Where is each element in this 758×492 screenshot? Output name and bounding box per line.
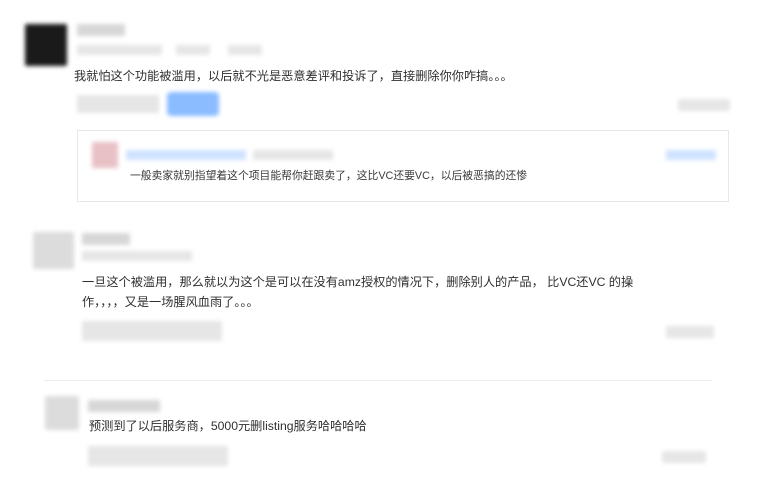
comment-1: 我就怕这个功能被滥用，以后就不光是恶意差评和投诉了，直接删除你你咋搞。。。 一般…	[0, 0, 758, 205]
comment-2: 一旦这个被滥用，那么就以为这个是可以在没有amz授权的情况下，删除别人的产品， …	[0, 205, 758, 381]
avatar[interactable]	[33, 232, 74, 269]
username-redacted[interactable]	[82, 233, 130, 245]
reply-action-redacted[interactable]	[666, 150, 716, 160]
meta-redacted	[77, 45, 162, 55]
comment-text-line-2: 作，，，，又是一场腥风血雨了。。。	[82, 295, 259, 309]
username-redacted[interactable]	[88, 400, 160, 412]
meta-redacted	[82, 251, 192, 261]
time-redacted	[678, 99, 730, 111]
time-redacted	[662, 451, 706, 463]
meta-redacted-3	[228, 45, 262, 55]
reply-meta-redacted	[253, 150, 333, 160]
comment-text-line-1: 一旦这个被滥用，那么就以为这个是可以在没有amz授权的情况下，删除别人的产品， …	[82, 275, 634, 289]
action-row-redacted[interactable]	[77, 95, 159, 113]
reply-avatar[interactable]	[92, 142, 118, 168]
comment-3: 预测到了以后服务商，5000元删listing服务哈哈哈哈	[0, 378, 758, 492]
action-row-redacted[interactable]	[82, 321, 222, 341]
action-row-redacted[interactable]	[88, 446, 228, 466]
reply-username-redacted[interactable]	[126, 150, 246, 160]
avatar[interactable]	[45, 396, 79, 430]
reply-text: 一般卖家就别指望着这个项目能帮你赶跟卖了，这比VC还要VC，以后被恶搞的还惨	[130, 170, 528, 182]
comment-text: 预测到了以后服务商，5000元删listing服务哈哈哈哈	[89, 419, 367, 433]
comment-text: 我就怕这个功能被滥用，以后就不光是恶意差评和投诉了，直接删除你你咋搞。。。	[74, 69, 513, 83]
avatar[interactable]	[25, 24, 67, 66]
username-redacted[interactable]	[77, 24, 125, 36]
meta-redacted-2	[176, 45, 210, 55]
like-button-redacted[interactable]	[167, 92, 219, 116]
reply-box: 一般卖家就别指望着这个项目能帮你赶跟卖了，这比VC还要VC，以后被恶搞的还惨	[77, 130, 729, 202]
time-redacted	[666, 326, 714, 338]
